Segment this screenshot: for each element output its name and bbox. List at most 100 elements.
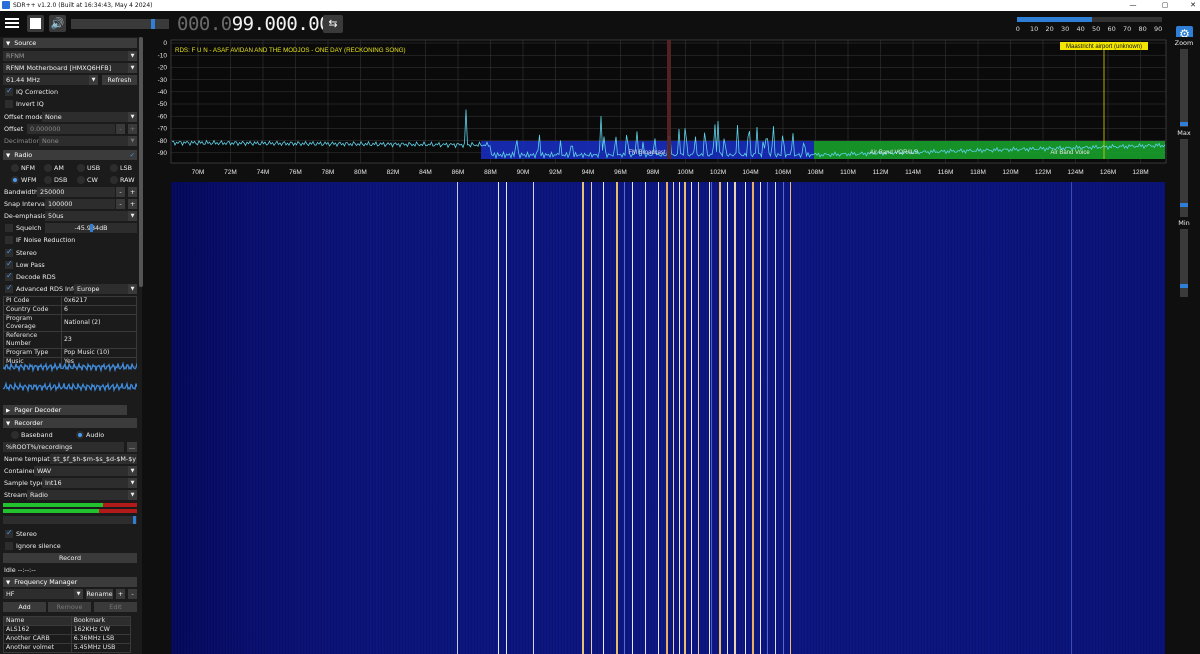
squelch-slider-knob[interactable] (90, 224, 93, 232)
offset-plus-button[interactable]: + (128, 124, 137, 134)
volume-slider[interactable] (71, 19, 169, 29)
remove-list-button[interactable]: - (128, 589, 137, 599)
frequency-display[interactable]: 000.099.000.000 (177, 13, 342, 35)
mode-radio-raw[interactable] (110, 176, 118, 184)
samplerate-select[interactable]: 61.44 MHz (3, 75, 89, 85)
minimize-button[interactable]: — (1126, 0, 1140, 11)
stop-button[interactable] (27, 15, 44, 32)
min-slider-knob[interactable] (1180, 284, 1188, 288)
edit-bookmark-button[interactable]: Edit (94, 602, 137, 612)
mode-radio-wfm[interactable] (11, 176, 19, 184)
iq-correction-checkbox[interactable] (5, 86, 13, 96)
recorder-section-header[interactable]: ▼ Recorder (3, 418, 137, 428)
waterfall[interactable] (171, 182, 1165, 654)
max-slider[interactable] (1180, 139, 1188, 217)
if-nr-checkbox[interactable] (5, 236, 13, 244)
tuning-mode-button[interactable]: ⇆ (323, 15, 343, 33)
chevron-down-icon[interactable]: ▼ (128, 112, 137, 122)
deemphasis-select[interactable]: 50us (45, 211, 128, 221)
add-bookmark-button[interactable]: Add (3, 602, 46, 612)
mode-radio-am[interactable] (44, 164, 52, 172)
mode-radio-lsb[interactable] (110, 164, 118, 172)
squelch-checkbox[interactable] (5, 224, 13, 232)
chevron-down-icon[interactable]: ▼ (128, 490, 137, 500)
chevron-down-icon[interactable]: ▼ (128, 466, 137, 476)
remove-bookmark-button[interactable]: Remove (48, 602, 91, 612)
radio-section-header[interactable]: ▼ Radio ✓ (3, 150, 137, 160)
stereo-checkbox[interactable] (5, 247, 13, 257)
bookmark-row[interactable]: Another CARB 6.36MHz LSB (3, 634, 132, 644)
mode-radio-nfm[interactable] (11, 164, 19, 172)
bookmark-freq[interactable]: 6.36MHz LSB (70, 634, 132, 644)
min-slider[interactable] (1180, 229, 1188, 297)
sample-type-select[interactable]: Int16 (42, 478, 128, 488)
source-section-header[interactable]: ▼ Source (3, 38, 137, 48)
freqmgr-section-header[interactable]: ▼ Frequency Manager (3, 577, 137, 587)
refresh-button[interactable]: Refresh (102, 75, 137, 85)
rds-region-select[interactable]: Europe (74, 284, 128, 294)
bandwidth-input[interactable]: 250000 (37, 187, 115, 197)
record-volume-slider[interactable] (3, 516, 137, 524)
frequency-leading-digits[interactable]: 000.0 (177, 13, 232, 35)
bookmark-label[interactable]: Maastricht airport (unknown) (1066, 44, 1142, 50)
bookmark-row[interactable]: ALS162 162KHz CW (3, 625, 132, 635)
chevron-down-icon[interactable]: ▼ (74, 589, 83, 599)
baseband-radio[interactable] (11, 431, 19, 439)
audio-radio[interactable] (76, 431, 84, 439)
device-select[interactable]: RFNM Motherboard [HMXQ6HFB] (3, 63, 128, 73)
close-button[interactable]: ✕ (1186, 0, 1200, 11)
lowpass-checkbox[interactable] (5, 259, 13, 269)
add-list-button[interactable]: + (116, 589, 125, 599)
record-button[interactable]: Record (3, 553, 137, 563)
volume-slider-knob[interactable] (151, 19, 155, 29)
chevron-down-icon[interactable]: ▼ (128, 478, 137, 488)
record-stereo-checkbox[interactable] (5, 528, 13, 538)
offset-input[interactable]: 0.000000 (27, 124, 115, 134)
chevron-down-icon[interactable]: ▼ (128, 63, 137, 73)
max-slider-knob[interactable] (1180, 203, 1188, 207)
bookmark-freq[interactable]: 162KHz CW (70, 625, 132, 635)
left-panel-scrollbar[interactable] (139, 37, 143, 287)
maximize-button[interactable]: ▢ (1158, 0, 1172, 11)
mode-radio-cw[interactable] (77, 176, 85, 184)
bookmark-list-select[interactable]: HF (3, 589, 74, 599)
decode-rds-checkbox[interactable] (5, 271, 13, 281)
ignore-silence-checkbox[interactable] (5, 542, 13, 550)
bookmark-row[interactable]: Another volmet 5.45MHz USB (3, 643, 132, 653)
adv-rds-checkbox[interactable] (5, 283, 13, 293)
offset-minus-button[interactable]: - (116, 124, 125, 134)
bookmark-freq[interactable]: 5.45MHz USB (70, 643, 132, 653)
bandwidth-minus-button[interactable]: - (116, 187, 125, 197)
chevron-down-icon[interactable]: ▼ (128, 51, 137, 61)
chevron-down-icon[interactable]: ▼ (128, 136, 137, 146)
invert-iq-checkbox[interactable] (5, 100, 13, 108)
volume-icon[interactable]: 🔊 (49, 15, 66, 32)
bookmark-name[interactable]: Another volmet (3, 643, 72, 653)
bookmark-column-header[interactable]: Bookmark (70, 616, 132, 626)
name-template-input[interactable]: $t_$f_$h-$m-$s_$d-$M-$y (50, 454, 137, 464)
source-type-select[interactable]: RFNM (3, 51, 128, 61)
chevron-down-icon[interactable]: ▼ (128, 211, 137, 221)
record-volume-knob[interactable] (133, 516, 136, 524)
browse-button[interactable]: ... (127, 442, 137, 452)
bandwidth-plus-button[interactable]: + (128, 187, 137, 197)
squelch-slider[interactable]: -45.984dB (45, 223, 137, 233)
menu-icon[interactable] (5, 16, 19, 30)
record-path-input[interactable]: %ROOT%/recordings (3, 442, 124, 452)
container-select[interactable]: WAV (34, 466, 128, 476)
snap-interval-input[interactable]: 100000 (45, 199, 115, 209)
radio-enabled-icon[interactable]: ✓ (130, 150, 135, 160)
zoom-slider-knob[interactable] (1180, 122, 1188, 126)
mode-radio-usb[interactable] (77, 164, 85, 172)
stream-select[interactable]: Radio (27, 490, 128, 500)
fft-spectrum[interactable]: Maastricht airport (unknown) RDS: F U N … (148, 37, 1168, 182)
snap-minus-button[interactable]: - (116, 199, 125, 209)
vfo-marker[interactable] (667, 40, 671, 159)
mode-radio-dsb[interactable] (44, 176, 52, 184)
offset-mode-select[interactable]: None (42, 112, 128, 122)
bookmark-name[interactable]: Another CARB (3, 634, 72, 644)
pager-section-header[interactable]: ▶ Pager Decoder (3, 405, 127, 415)
decimation-select[interactable]: None (39, 136, 128, 146)
zoom-slider[interactable] (1180, 49, 1188, 127)
snap-plus-button[interactable]: + (128, 199, 137, 209)
